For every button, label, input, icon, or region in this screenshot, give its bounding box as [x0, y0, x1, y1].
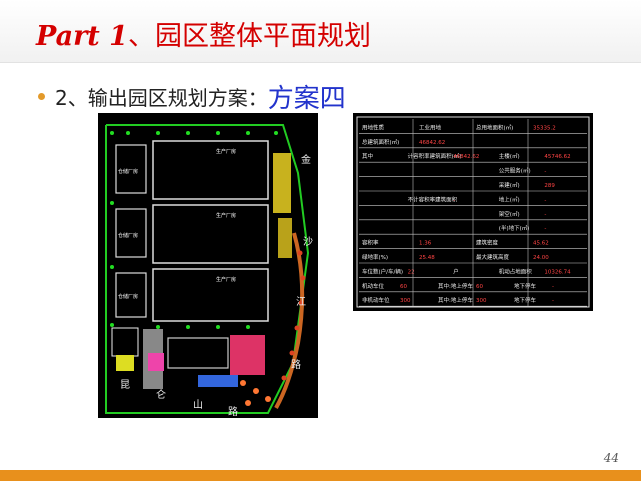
table-cell: 非机动车位 [362, 296, 390, 304]
table-cell: 46842.62 [453, 154, 479, 160]
table-cell: 绿地率(%) [362, 253, 388, 261]
table-cell: 24.00 [533, 255, 549, 261]
table-cell: 主楼(㎡) [499, 152, 520, 160]
title-part: Part 1 [36, 21, 128, 52]
slide-title: Part 1、园区整体平面规划 [36, 14, 371, 53]
table-cell: 工业用地 [419, 123, 442, 131]
table-cell: 46842.62 [419, 140, 445, 146]
table-cell: 总用地面积(㎡) [476, 123, 513, 131]
table-cell: 300 [400, 298, 411, 304]
road-label-4: 路 [291, 358, 301, 371]
road-label-2: 沙 [303, 236, 313, 248]
table-cell: 容积率 [362, 239, 379, 247]
road-label-8: 路 [228, 405, 238, 418]
road-label-7: 山 [193, 399, 203, 411]
table-cell: - [552, 298, 554, 304]
table-cell: 户 [453, 267, 459, 275]
table-cell: 总建筑面积(㎡) [362, 138, 399, 146]
footer-bar [0, 470, 641, 481]
site-plan-image: 金 沙 江 路 昆 仑 山 路 生产厂房 仓储厂房 生产厂房 仓储厂房 生产厂房… [98, 113, 318, 418]
table-cell: 地上(㎡) [499, 195, 520, 203]
table-cell: 采建(㎡) [499, 181, 520, 189]
road-label-3: 江 [296, 296, 306, 308]
building-label-1: 生产厂房 [216, 148, 236, 155]
building-label-4: 仓储厂房 [118, 232, 138, 239]
table-cell: 45746.62 [544, 154, 570, 160]
table-cell: 300 [476, 298, 487, 304]
table-cell: 60 [400, 284, 407, 290]
bullet-text: 2、输出园区规划方案： [55, 86, 268, 110]
bullet-emphasis: 方案四 [267, 84, 346, 114]
building-label-6: 仓储厂房 [118, 293, 138, 300]
bullet-item: 2、输出园区规划方案：方案四 [38, 78, 346, 115]
table-cell: 用地性质 [362, 123, 385, 131]
table-cell: 22 [408, 269, 415, 275]
building-label-3: 生产厂房 [216, 212, 236, 219]
table-cell: 其中 [362, 152, 373, 160]
table-cell: (半)地下(㎡) [499, 224, 530, 232]
table-cell: 其中:地上停车 [438, 282, 473, 290]
table-cell: - [544, 226, 546, 232]
table-cell: 机动车位 [362, 282, 385, 290]
bullet-dot [38, 93, 45, 100]
table-cell: 建筑密度 [476, 239, 499, 247]
table-cell: 地下停车 [514, 282, 537, 290]
table-cell: - [544, 212, 546, 218]
table-cell: - [544, 169, 546, 175]
table-cell: 60 [476, 284, 483, 290]
table-cell: 45.62 [533, 241, 549, 247]
table-cell: 地下停车 [514, 296, 537, 304]
building-label-2: 仓储厂房 [118, 168, 138, 175]
title-band: Part 1、园区整体平面规划 [0, 0, 641, 63]
table-cell: 不计容积率建筑面积 [408, 195, 458, 203]
table-cell: 289 [544, 183, 555, 189]
title-text: 、园区整体平面规划 [127, 21, 371, 52]
table-cell: 10326.74 [544, 269, 571, 275]
table-cell: 最大建筑高度 [476, 253, 510, 261]
table-cell: - [552, 284, 554, 290]
road-label-5: 昆 [120, 379, 130, 391]
building-label-5: 生产厂房 [216, 276, 236, 283]
site-plan-drawing: 金 沙 江 路 昆 仑 山 路 生产厂房 仓储厂房 生产厂房 仓储厂房 生产厂房… [98, 113, 318, 418]
table-cell: 车位数(户/车/辆) [362, 267, 403, 275]
road-label-6: 仑 [156, 388, 166, 401]
table-cell: 1.36 [419, 241, 432, 247]
table-cell: 架空(㎡) [499, 210, 520, 218]
indicator-table: 用地性质 工业用地 总用地面积(㎡) 35335.2 总建筑面积(㎡) 46842.62 其… [353, 113, 593, 311]
table-cell: 25.48 [419, 255, 435, 261]
table-cell: - [544, 197, 546, 203]
table-cell: 35335.2 [533, 125, 556, 131]
table-cell: 其中:地上停车 [438, 296, 473, 304]
page-number: 44 [603, 451, 619, 465]
table-cell: - [453, 197, 455, 203]
indicator-table-image: 用地性质 工业用地 总用地面积(㎡) 35335.2 总建筑面积(㎡) 46842.62 其… [353, 113, 593, 311]
road-label-1: 金 [301, 153, 311, 166]
table-cell: 公共服务(㎡) [499, 167, 531, 175]
table-cell: 机动占地面积 [499, 267, 533, 275]
